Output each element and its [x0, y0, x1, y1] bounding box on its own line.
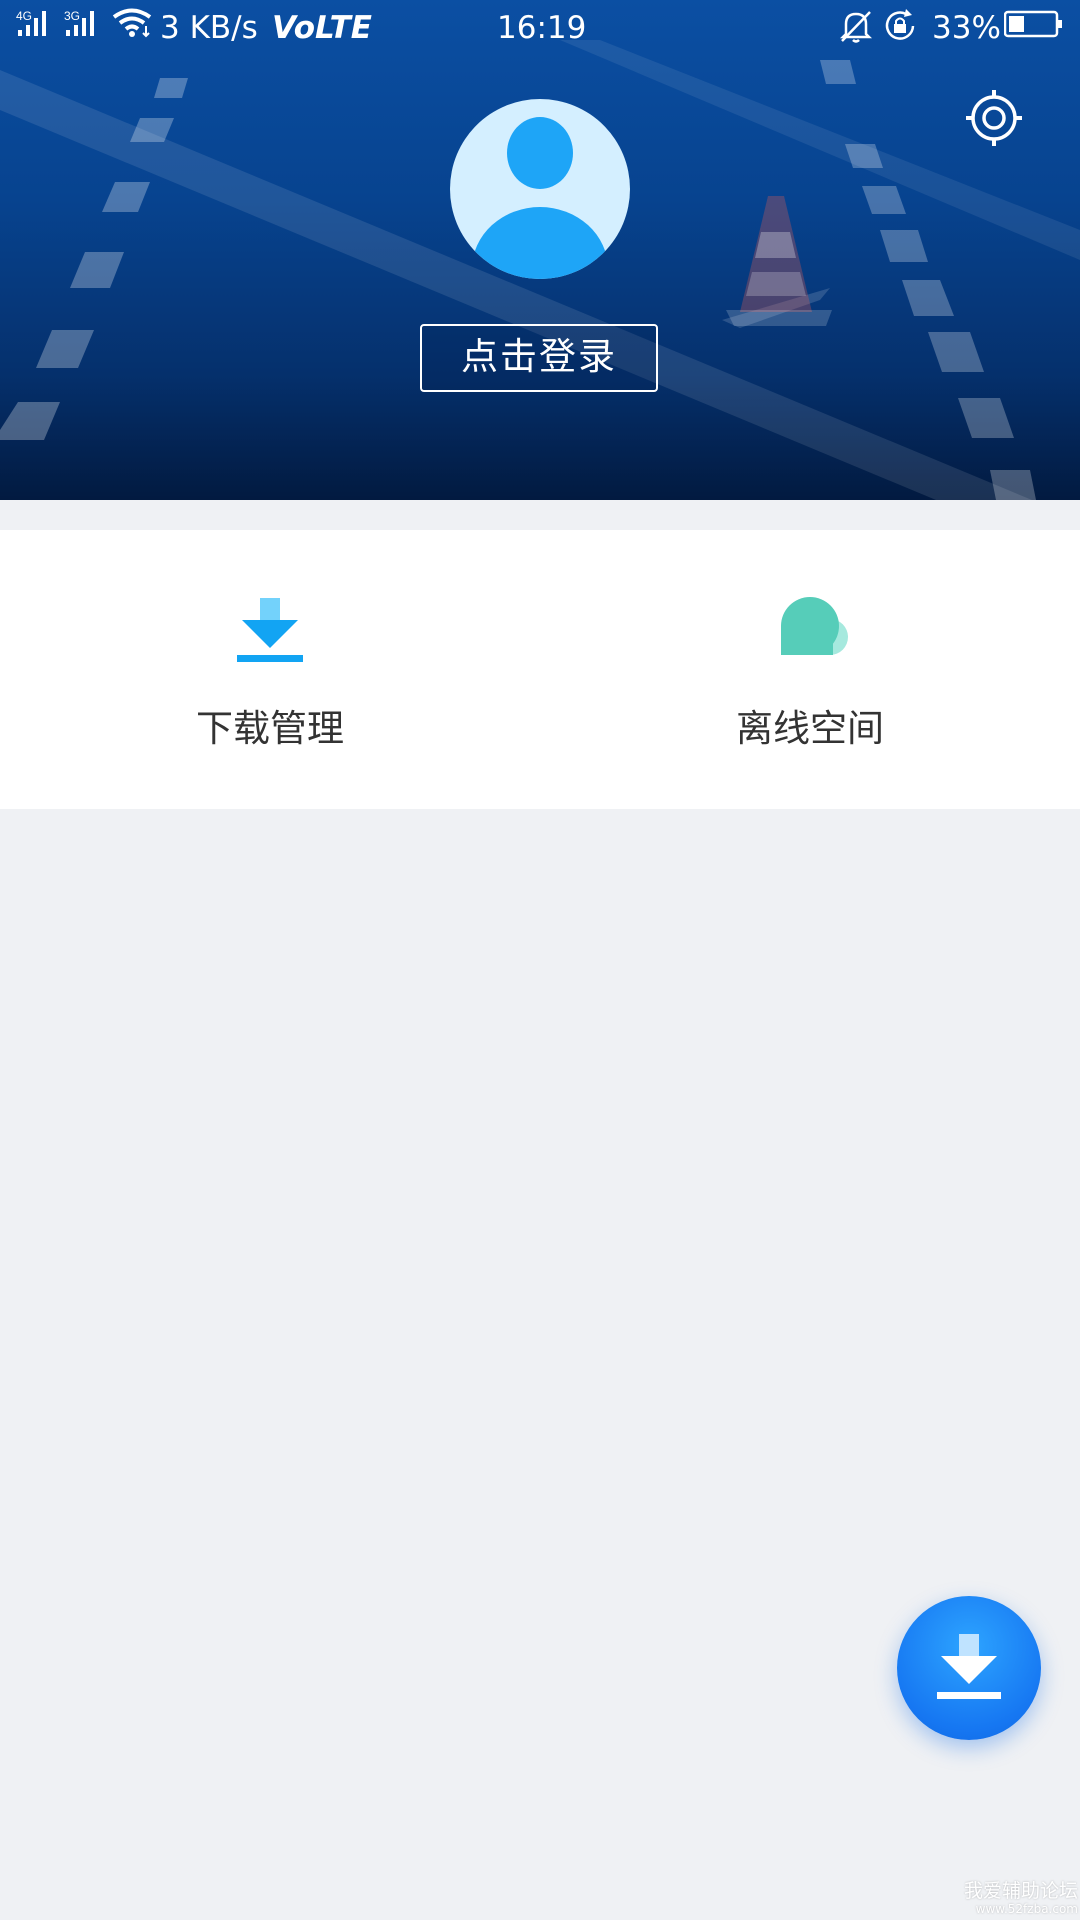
status-bar: 4G 3G 3 KB/s VoLTE 16:19 33% [0, 0, 1080, 56]
user-avatar-icon [472, 117, 608, 279]
mute-bell-icon [838, 8, 874, 54]
signal-3g-icon: 3G [62, 8, 106, 48]
signal-4g-icon: 4G [14, 8, 58, 48]
clock: 16:19 [497, 10, 587, 46]
wifi-icon [112, 8, 156, 48]
battery-percent: 33% [932, 10, 1001, 46]
login-button[interactable]: 点击登录 [420, 324, 658, 392]
rotation-lock-icon [882, 8, 920, 54]
download-icon [937, 1634, 1001, 1699]
watermark: 我爱辅助论坛 www.52fzba.com [960, 1880, 1078, 1916]
cloud-icon [770, 590, 850, 670]
offline-space-label: 离线空间 [736, 707, 884, 750]
settings-gear-icon[interactable] [964, 88, 1024, 148]
volte-label: VoLTE [272, 10, 372, 46]
watermark-url: www.52fzba.com [975, 1902, 1078, 1916]
offline-space-item[interactable]: 离线空间 [540, 530, 1080, 809]
download-fab-button[interactable] [897, 1596, 1041, 1740]
network-speed: 3 KB/s [160, 10, 258, 46]
avatar[interactable] [450, 99, 630, 279]
watermark-title: 我爱辅助论坛 [963, 1880, 1078, 1902]
svg-text:4G: 4G [16, 9, 32, 23]
download-icon [230, 590, 310, 670]
svg-text:3G: 3G [64, 9, 80, 23]
download-manager-label: 下载管理 [196, 707, 344, 750]
quick-actions-panel: 下载管理 离线空间 [0, 530, 1080, 809]
battery-icon [1003, 8, 1064, 48]
download-manager-item[interactable]: 下载管理 [0, 530, 540, 809]
profile-header: 4G 3G 3 KB/s VoLTE 16:19 33% 点击登录 [0, 0, 1080, 500]
